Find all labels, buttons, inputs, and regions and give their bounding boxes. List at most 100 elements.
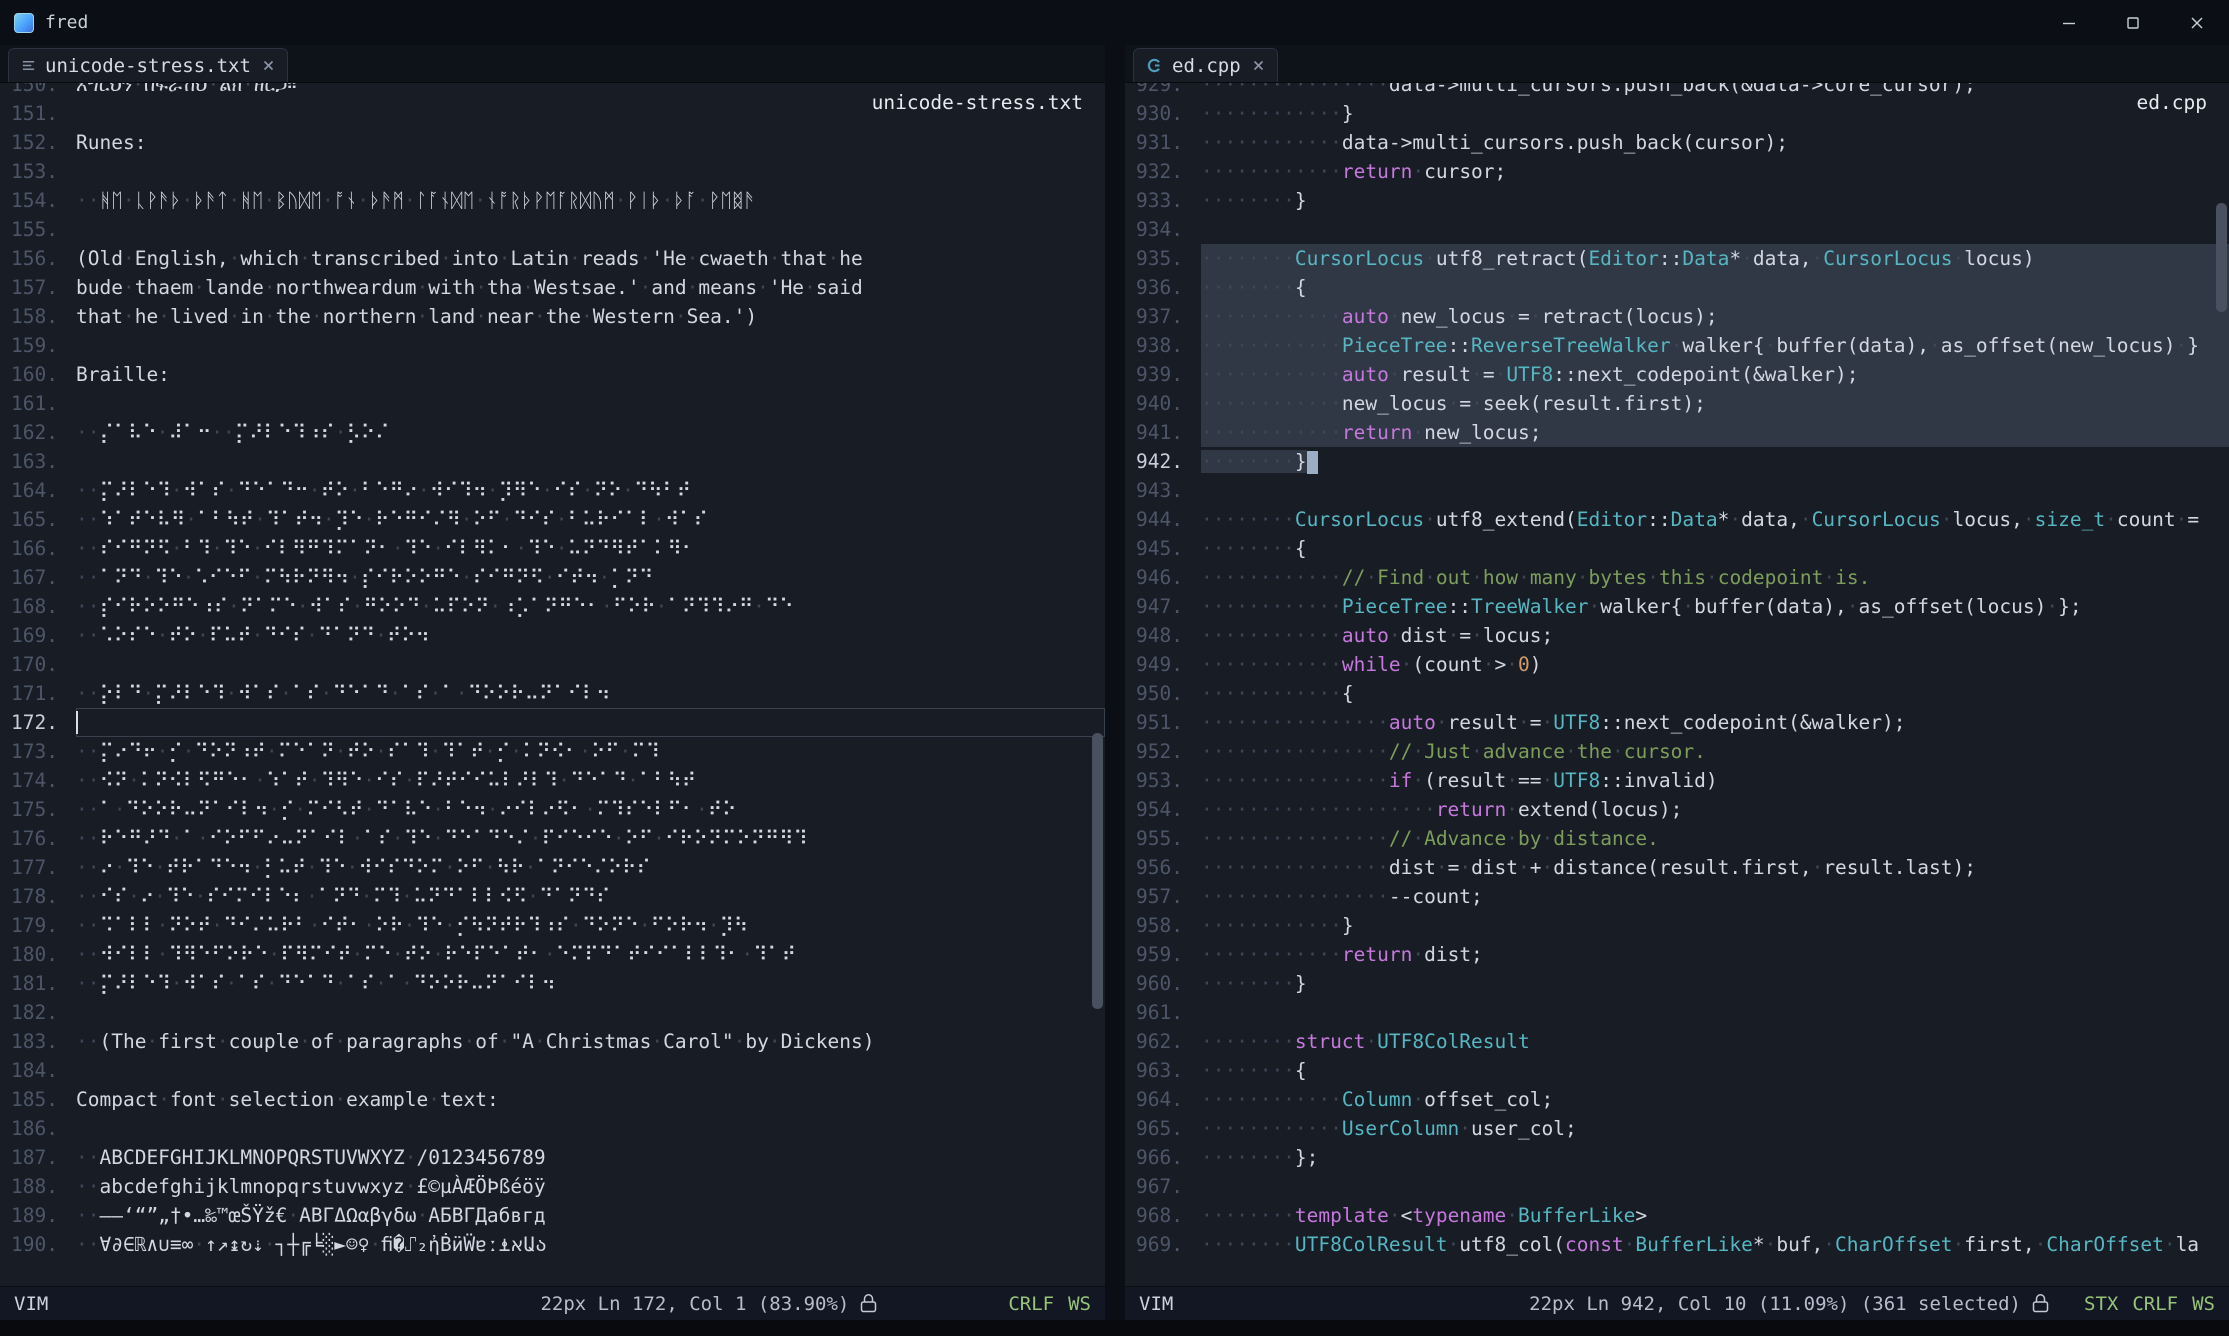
code-line-937[interactable]: 937.············auto·new_locus·=·retract… — [1125, 302, 2229, 331]
code-line-940[interactable]: 940.············new_locus·=·seek(result.… — [1125, 389, 2229, 418]
code-line-181[interactable]: 181.··⡍⠜⠇⠑⠹·⠺⠁⠎·⠁⠎·⠙⠑⠁⠙·⠁⠎·⠁·⠙⠕⠕⠗⠤⠝⠁⠊⠇⠲ — [0, 969, 1105, 998]
code-line-950[interactable]: 950.············{ — [1125, 679, 2229, 708]
code-line-943[interactable]: 943. — [1125, 476, 2229, 505]
code-line-961[interactable]: 961. — [1125, 998, 2229, 1027]
code-line-184[interactable]: 184. — [0, 1056, 1105, 1085]
scrollbar-thumb[interactable] — [2216, 203, 2227, 311]
code-line-171[interactable]: 171.··⡕⠇⠙·⡍⠜⠇⠑⠹·⠺⠁⠎·⠁⠎·⠙⠑⠁⠙·⠁⠎·⠁·⠙⠕⠕⠗⠤⠝⠁… — [0, 679, 1105, 708]
code-line-967[interactable]: 967. — [1125, 1172, 2229, 1201]
code-line-189[interactable]: 189.··–—‘“”„†•…‰™œŠŸž€·ΑΒΓΔΩαβγδω·АБВГДа… — [0, 1201, 1105, 1230]
code-line-183[interactable]: 183.··(The·first·couple·of·paragraphs·of… — [0, 1027, 1105, 1056]
code-line-160[interactable]: 160.Braille: — [0, 360, 1105, 389]
whitespace-dots: ················ — [1201, 740, 1389, 763]
tab-unicode-stress-txt[interactable]: unicode-stress.txt — [8, 48, 288, 82]
code-line-170[interactable]: 170. — [0, 650, 1105, 679]
code-line-172[interactable]: 172. — [0, 708, 1105, 737]
minimize-button[interactable] — [2037, 0, 2101, 45]
code-line-965[interactable]: 965.············UserColumn·user_col; — [1125, 1114, 2229, 1143]
code-line-957[interactable]: 957.················--count; — [1125, 882, 2229, 911]
code-line-952[interactable]: 952.················//·Just·advance·the·… — [1125, 737, 2229, 766]
code-line-154[interactable]: 154.··ᚻᛖ·ᚳᚹᚫᚦ·ᚦᚫᛏ·ᚻᛖ·ᛒᚢᛞᛖ·ᚩᚾ·ᚦᚫᛗ·ᛚᚪᚾᛞᛖ·ᚾ… — [0, 186, 1105, 215]
pane-divider[interactable] — [1105, 45, 1125, 1320]
code-line-938[interactable]: 938.············PieceTree::ReverseTreeWa… — [1125, 331, 2229, 360]
code-line-969[interactable]: 969.········UTF8ColResult·utf8_col(const… — [1125, 1230, 2229, 1259]
code-line-179[interactable]: 179.··⠩⠁⠇⠇·⠝⠕⠞·⠙⠊⠌⠥⠗⠃·⠊⠞⠂·⠕⠗·⠹⠑·⡊⠳⠝⠞⠗⠹⠰⠎… — [0, 911, 1105, 940]
titlebar[interactable]: fred — [0, 0, 2229, 45]
code-line-157[interactable]: 157.bude·thaem·lande·northweardum·with·t… — [0, 273, 1105, 302]
tab-close-icon[interactable] — [1252, 59, 1265, 72]
code-line-169[interactable]: 169.··⠡⠕⠎⠑·⠞⠕·⠏⠥⠞·⠙⠊⠎·⠙⠁⠝⠙·⠞⠕⠲ — [0, 621, 1105, 650]
maximize-button[interactable] — [2101, 0, 2165, 45]
code-line-168[interactable]: 168.··⡎⠊⠗⠕⠕⠛⠑⠰⠎·⠝⠁⠍⠑·⠺⠁⠎·⠛⠕⠕⠙·⠥⠏⠕⠝·⠰⡡⠁⠝⠛… — [0, 592, 1105, 621]
code-line-933[interactable]: 933.········} — [1125, 186, 2229, 215]
code-line-948[interactable]: 948.············auto·dist·=·locus; — [1125, 621, 2229, 650]
code-line-177[interactable]: 177.··⠔·⠹⠑·⠞⠗⠁⠙⠑⠲·⡃⠥⠞·⠹⠑·⠺⠊⠎⠙⠕⠍·⠕⠋·⠳⠗·⠁⠝… — [0, 853, 1105, 882]
lock-icon[interactable] — [859, 1293, 878, 1314]
code-line-161[interactable]: 161. — [0, 389, 1105, 418]
code-line-188[interactable]: 188.··abcdefghijklmnopqrstuvwxyz·£©µÀÆÖÞ… — [0, 1172, 1105, 1201]
code-line-187[interactable]: 187.··ABCDEFGHIJKLMNOPQRSTUVWXYZ·/012345… — [0, 1143, 1105, 1172]
code-line-959[interactable]: 959.············return·dist; — [1125, 940, 2229, 969]
code-line-165[interactable]: 165.··⠱⠁⠞⠑⠧⠻·⠁⠃⠳⠞·⠹⠁⠞⠲·⡹⠑·⠗⠑⠛⠊⠌⠻·⠕⠋·⠙⠊⠎·… — [0, 505, 1105, 534]
code-line-936[interactable]: 936.········{ — [1125, 273, 2229, 302]
code-line-953[interactable]: 953.················if·(result·==·UTF8::… — [1125, 766, 2229, 795]
code-line-159[interactable]: 159. — [0, 331, 1105, 360]
code-line-941[interactable]: 941.············return·new_locus; — [1125, 418, 2229, 447]
code-line-946[interactable]: 946.············//·Find·out·how·many·byt… — [1125, 563, 2229, 592]
editor-unicode-stress[interactable]: 150.እግርህን·በፍራሽህ·ልክ·ዘርጋ።151.152.Runes:153… — [0, 83, 1105, 1286]
code-line-935[interactable]: 935.········CursorLocus·utf8_retract(Edi… — [1125, 244, 2229, 273]
code-line-958[interactable]: 958.············} — [1125, 911, 2229, 940]
code-line-932[interactable]: 932.············return·cursor; — [1125, 157, 2229, 186]
code-line-964[interactable]: 964.············Column·offset_col; — [1125, 1085, 2229, 1114]
code-line-929[interactable]: 929.················data->multi_cursors.… — [1125, 83, 2229, 99]
code-line-960[interactable]: 960.········} — [1125, 969, 2229, 998]
scrollbar[interactable] — [2216, 83, 2227, 1286]
code-line-954[interactable]: 954.····················return·extend(lo… — [1125, 795, 2229, 824]
code-line-166[interactable]: 166.··⠎⠊⠛⠝⠫·⠃⠹·⠹⠑·⠊⠇⠻⠛⠹⠍⠁⠝⠂·⠹⠑·⠊⠇⠻⠅⠂·⠹⠑·… — [0, 534, 1105, 563]
code-line-956[interactable]: 956.················dist·=·dist·+·distan… — [1125, 853, 2229, 882]
scrollbar[interactable] — [1092, 83, 1103, 1286]
code-line-180[interactable]: 180.··⠺⠊⠇⠇·⠹⠻⠑⠋⠕⠗⠑·⠏⠻⠍⠊⠞·⠍⠑·⠞⠕·⠗⠑⠏⠑⠁⠞⠂·⠑… — [0, 940, 1105, 969]
code-line-173[interactable]: 173.··⡍⠔⠙⠖·⡊·⠙⠕⠝⠰⠞·⠍⠑⠁⠝·⠞⠕·⠎⠁⠹·⠹⠁⠞·⡊·⠅⠝⠪… — [0, 737, 1105, 766]
code-line-968[interactable]: 968.········template·<typename·BufferLik… — [1125, 1201, 2229, 1230]
code-line-163[interactable]: 163. — [0, 447, 1105, 476]
tab-close-icon[interactable] — [262, 59, 275, 72]
code-line-178[interactable]: 178.··⠊⠎·⠔·⠹⠑·⠎⠊⠍⠊⠇⠑⠆·⠁⠝⠙·⠍⠹·⠥⠝⠙⠁⠇⠇⠪⠫·⠙⠁… — [0, 882, 1105, 911]
code-line-945[interactable]: 945.········{ — [1125, 534, 2229, 563]
code-line-153[interactable]: 153. — [0, 157, 1105, 186]
code-line-942[interactable]: 942.········} — [1125, 447, 2229, 476]
close-button[interactable] — [2165, 0, 2229, 45]
code-line-182[interactable]: 182. — [0, 998, 1105, 1027]
lock-icon[interactable] — [2031, 1293, 2050, 1314]
code-line-158[interactable]: 158.that·he·lived·in·the·northern·land·n… — [0, 302, 1105, 331]
code-line-949[interactable]: 949.············while·(count·>·0) — [1125, 650, 2229, 679]
code-line-931[interactable]: 931.············data->multi_cursors.push… — [1125, 128, 2229, 157]
editor-ed-cpp[interactable]: 929.················data->multi_cursors.… — [1125, 83, 2229, 1286]
code-line-185[interactable]: 185.Compact·font·selection·example·text: — [0, 1085, 1105, 1114]
code-line-966[interactable]: 966.········}; — [1125, 1143, 2229, 1172]
code-line-176[interactable]: 176.··⠗⠑⠛⠜⠙·⠁·⠊⠕⠋⠋⠔⠤⠝⠁⠊⠇·⠁⠎·⠹⠑·⠙⠑⠁⠙⠑⠌·⠏⠊… — [0, 824, 1105, 853]
whitespace-dots: ············ — [1201, 682, 1342, 705]
code-line-939[interactable]: 939.············auto·result·=·UTF8::next… — [1125, 360, 2229, 389]
code-line-944[interactable]: 944.········CursorLocus·utf8_extend(Edit… — [1125, 505, 2229, 534]
code-line-155[interactable]: 155. — [0, 215, 1105, 244]
code-line-951[interactable]: 951.················auto·result·=·UTF8::… — [1125, 708, 2229, 737]
tab-ed-cpp[interactable]: ed.cpp — [1133, 48, 1278, 82]
code-line-962[interactable]: 962.········struct·UTF8ColResult — [1125, 1027, 2229, 1056]
code-line-167[interactable]: 167.··⠁⠝⠙·⠹⠑·⠡⠊⠑⠋·⠍⠳⠗⠝⠻⠲·⡎⠊⠗⠕⠕⠛⠑·⠎⠊⠛⠝⠫·⠊… — [0, 563, 1105, 592]
code-line-955[interactable]: 955.················//·Advance·by·distan… — [1125, 824, 2229, 853]
code-line-934[interactable]: 934. — [1125, 215, 2229, 244]
code-line-175[interactable]: 175.··⠁·⠙⠕⠕⠗⠤⠝⠁⠊⠇⠲·⡊·⠍⠊⠣⠞·⠙⠁⠧⠑·⠃⠑⠲·⠔⠊⠇⠔⠫… — [0, 795, 1105, 824]
code-line-190[interactable]: 190.··∀∂∈ℝ∧∪≡∞·↑↗↨↻⇣·┐┼╔╘░►☺♀·ﬁ�⑀₂ἠḂӥẄɐː… — [0, 1230, 1105, 1259]
code-line-947[interactable]: 947.············PieceTree::TreeWalker·wa… — [1125, 592, 2229, 621]
code-line-152[interactable]: 152.Runes: — [0, 128, 1105, 157]
code-line-164[interactable]: 164.··⡍⠜⠇⠑⠹·⠺⠁⠎·⠙⠑⠁⠙⠒·⠞⠕·⠃⠑⠛⠔·⠺⠊⠹⠲·⡹⠻⠑·⠊… — [0, 476, 1105, 505]
code-line-186[interactable]: 186. — [0, 1114, 1105, 1143]
whitespace-dots: · — [464, 1030, 476, 1053]
code-line-930[interactable]: 930.············} — [1125, 99, 2229, 128]
code-line-162[interactable]: 162.··⡌⠁⠧⠑·⠼⠁⠒··⡍⠜⠇⠑⠹⠰⠎·⡣⠕⠌ — [0, 418, 1105, 447]
code-line-174[interactable]: 174.··⠪⠝·⠅⠝⠪⠇⠫⠛⠑⠂·⠱⠁⠞·⠹⠻⠑·⠊⠎·⠏⠜⠞⠊⠊⠥⠇⠜⠇⠹·… — [0, 766, 1105, 795]
scrollbar-thumb[interactable] — [1092, 733, 1103, 1010]
code-line-156[interactable]: 156.(Old·English,·which·transcribed·into… — [0, 244, 1105, 273]
code-line-963[interactable]: 963.········{ — [1125, 1056, 2229, 1085]
